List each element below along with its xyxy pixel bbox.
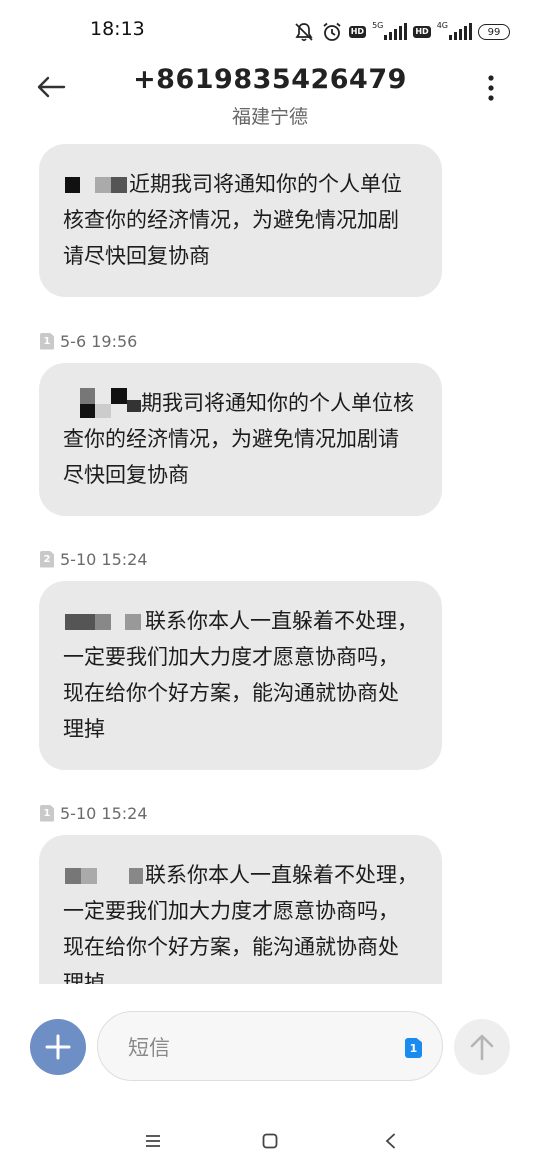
square-icon xyxy=(262,1133,278,1149)
message-bubble[interactable]: 联系你本人一直躲着不处理，一定要我们加大力度才愿意协商吗，现在给你个好方案，能沟… xyxy=(39,581,442,770)
recent-apps-button[interactable] xyxy=(136,1124,170,1158)
system-nav-bar xyxy=(0,1110,540,1170)
message-timestamp: 1 5-6 19:56 xyxy=(40,330,137,352)
status-time: 18:13 xyxy=(90,18,145,40)
status-icons: HD 5G HD 4G 99 xyxy=(293,20,510,44)
home-button[interactable] xyxy=(253,1124,287,1158)
message-input[interactable]: 短信 1 xyxy=(97,1011,443,1081)
sim-select-icon[interactable]: 1 xyxy=(405,1038,422,1058)
hd-icon: HD xyxy=(413,26,431,38)
timestamp-text: 5-6 19:56 xyxy=(60,331,138,351)
redacted-block xyxy=(63,612,145,632)
sim-2-icon: 2 xyxy=(40,550,54,568)
compose-bar: 短信 1 xyxy=(0,1000,540,1090)
mute-icon xyxy=(293,21,315,43)
send-button[interactable] xyxy=(454,1019,510,1075)
battery-icon: 99 xyxy=(478,21,510,43)
message-timestamp: 1 5-10 15:24 xyxy=(40,802,148,824)
contact-number: +8619835426479 xyxy=(133,64,407,95)
message-input-placeholder: 短信 xyxy=(128,1036,170,1060)
hd-icon: HD xyxy=(348,26,367,38)
signal-5g-icon: 5G xyxy=(372,21,408,43)
more-options-button[interactable] xyxy=(476,68,506,108)
alarm-icon xyxy=(321,21,343,43)
conversation-header: +8619835426479 福建宁德 xyxy=(0,62,540,132)
sim-1-icon: 1 xyxy=(40,804,54,822)
arrow-up-icon xyxy=(470,1034,494,1061)
more-vertical-icon xyxy=(488,75,494,101)
timestamp-text: 5-10 15:24 xyxy=(60,803,148,823)
message-bubble[interactable]: 联系你本人一直躲着不处理，一定要我们加大力度才愿意协商吗，现在给你个好方案，能沟… xyxy=(39,835,442,984)
message-bubble[interactable]: 近期我司将通知你的个人单位核查你的经济情况，为避免情况加剧请尽快回复协商 xyxy=(39,144,442,297)
status-bar: 18:13 HD 5G HD 4G 99 xyxy=(0,0,540,62)
nav-back-button[interactable] xyxy=(373,1124,407,1158)
message-list[interactable]: 近期我司将通知你的个人单位核查你的经济情况，为避免情况加剧请尽快回复协商 1 5… xyxy=(0,136,540,984)
contact-location: 福建宁德 xyxy=(231,106,308,128)
redacted-block xyxy=(63,175,129,195)
chevron-left-icon xyxy=(385,1133,395,1149)
message-bubble[interactable]: 期我司将通知你的个人单位核查你的经济情况，为避免情况加剧请尽快回复协商 xyxy=(39,363,442,516)
timestamp-text: 5-10 15:24 xyxy=(60,549,148,569)
redacted-block xyxy=(63,388,141,418)
plus-icon xyxy=(45,1034,71,1060)
signal-4g-icon: 4G xyxy=(437,21,472,43)
sim-1-icon: 1 xyxy=(40,332,54,350)
redacted-block xyxy=(63,866,145,886)
menu-icon xyxy=(146,1135,160,1147)
message-timestamp: 2 5-10 15:24 xyxy=(40,548,148,570)
add-attachment-button[interactable] xyxy=(30,1019,86,1075)
